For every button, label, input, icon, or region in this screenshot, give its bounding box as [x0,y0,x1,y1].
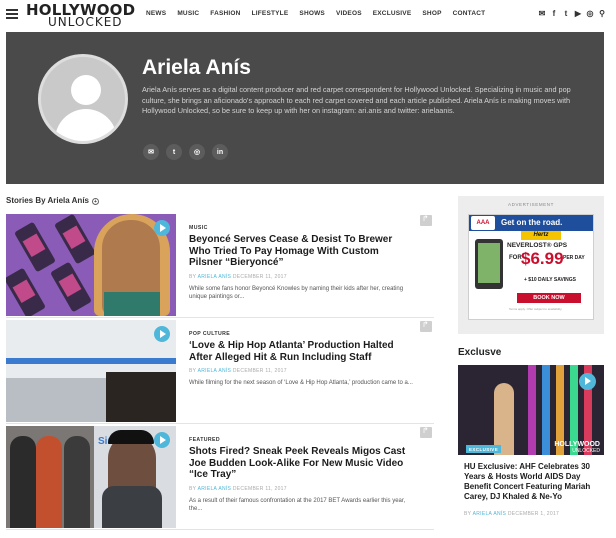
avatar-body [55,109,117,141]
author-hero: Ariela Anís Ariela Anís serves as a digi… [6,32,604,184]
story-headline[interactable]: ‘Love & Hip Hop Atlanta’ Production Halt… [189,340,413,363]
story-date: DECEMBER 11, 2017 [232,485,287,492]
header-social: ✉ f t ▶ ◎ ⚲ [538,10,606,18]
story-author-link[interactable]: ARIELA ANÍS [198,274,232,280]
story-date: DECEMBER 11, 2017 [232,273,287,280]
site-logo[interactable]: HOLLYWOOD UNLOCKED [26,3,136,29]
story-card[interactable]: Siri FEATURED Shots Fired? Sneak Peek Re… [6,426,434,530]
story-thumbnail[interactable] [6,320,176,422]
story-excerpt: As a result of their famous confrontatio… [189,497,406,513]
story-meta: BY ARIELA ANÍS DECEMBER 11, 2017 [189,485,287,492]
nav-lifestyle[interactable]: LIFESTYLE [252,10,289,17]
nav-shop[interactable]: SHOP [422,10,441,17]
gps-device-image [475,239,503,289]
story-category[interactable]: POP CULTURE [189,331,413,337]
author-name: Ariela Anís [142,56,251,79]
linkedin-icon[interactable]: in [212,144,228,160]
story-card[interactable]: MUSIC Beyoncé Serves Cease & Desist To B… [6,214,434,318]
nav-shows[interactable]: SHOWS [299,10,325,17]
advertisement-box: ADVERTISEMENT AAA Get on the road. Hertz… [458,196,604,334]
ad-label: ADVERTISEMENT [508,202,554,207]
play-icon[interactable] [579,373,596,390]
share-icon[interactable] [420,320,432,332]
nav-music[interactable]: MUSIC [177,10,199,17]
story-date: DECEMBER 11, 2017 [232,368,287,374]
exclusive-headline[interactable]: HU Exclusive: AHF Celebrates 30 Years & … [464,462,600,502]
stories-title: Stories By Ariela Anís + [6,196,99,205]
ad-per-day: PER DAY [563,255,585,261]
menu-icon[interactable] [6,9,18,19]
story-thumbnail[interactable]: Siri [6,426,176,528]
avatar-head [71,75,101,105]
play-icon[interactable] [154,220,170,236]
ad-headline: Get on the road. [501,218,563,227]
story-meta: BY ARIELA ANÍS DECEMBER 11, 2017 [189,273,287,280]
exclusive-date: DECEMBER 1, 2017 [507,511,560,517]
nav-fashion[interactable]: FASHION [210,10,240,17]
ad-savings: + $10 DAILY SAVINGS [523,277,576,283]
story-category[interactable]: MUSIC [189,225,413,231]
story-author-link[interactable]: ARIELA ANÍS [198,368,232,374]
twitter-icon[interactable]: t [166,144,182,160]
youtube-icon[interactable]: ▶ [574,10,582,18]
story-thumbnail[interactable] [6,214,176,316]
stories-title-text: Stories By Ariela Anís [6,196,89,205]
nav-news[interactable]: NEWS [146,10,166,17]
ad-fine-print: Terms apply. Offer subject to availabili… [509,307,563,311]
facebook-icon[interactable]: f [550,10,558,18]
story-headline[interactable]: Beyoncé Serves Cease & Desist To Brewer … [189,234,413,269]
play-icon[interactable] [154,326,170,342]
info-icon[interactable]: + [92,198,99,205]
twitter-icon[interactable]: t [562,10,570,18]
watermark: HOLLYWOOD UNLOCKED [554,441,600,454]
exclusive-author-link[interactable]: ARIELA ANÍS [473,511,507,517]
nav-videos[interactable]: VIDEOS [336,10,362,17]
story-category[interactable]: FEATURED [189,437,413,443]
exclusive-thumbnail[interactable]: EXCLUSIVE HOLLYWOOD UNLOCKED [458,365,604,455]
instagram-icon[interactable]: ◎ [189,144,205,160]
story-headline[interactable]: Shots Fired? Sneak Peek Reveals Migos Ca… [189,446,413,481]
nav-exclusive[interactable]: EXCLUSIVE [373,10,412,17]
hertz-ad[interactable]: AAA Get on the road. Hertz NEVERLOST® GP… [468,214,594,320]
email-icon[interactable]: ✉ [143,144,159,160]
search-icon[interactable]: ⚲ [598,10,606,18]
ad-product: NEVERLOST® GPS [507,242,568,249]
email-icon[interactable]: ✉ [538,10,546,18]
hertz-logo: Hertz [521,231,561,240]
ad-price: $6.99 [521,249,564,268]
instagram-icon[interactable]: ◎ [586,10,594,18]
story-excerpt: While filming for the next season of ‘Lo… [189,380,413,386]
ad-for: FOR [509,255,522,261]
story-author-link[interactable]: ARIELA ANÍS [198,486,232,492]
story-card[interactable]: POP CULTURE ‘Love & Hip Hop Atlanta’ Pro… [6,320,434,424]
share-icon[interactable] [420,214,432,226]
story-meta: BY ARIELA ANÍS DECEMBER 11, 2017 [189,368,287,374]
exclusive-meta: BY ARIELA ANÍS DECEMBER 1, 2017 [464,511,560,517]
exclusive-badge: EXCLUSIVE [466,445,502,453]
aaa-logo: AAA [471,216,495,230]
share-icon[interactable] [420,426,432,438]
play-icon[interactable] [154,432,170,448]
main-nav: NEWS MUSIC FASHION LIFESTYLE SHOWS VIDEO… [146,10,485,17]
author-bio: Ariela Anís serves as a digital content … [142,85,571,115]
story-excerpt: While some fans honor Beyoncé Knowles by… [189,285,404,301]
exclusive-section-title: Exclusve [458,347,502,358]
site-header: HOLLYWOOD UNLOCKED NEWS MUSIC FASHION LI… [0,0,616,30]
author-social: ✉ t ◎ in [143,144,228,160]
avatar [38,54,128,144]
book-now-button[interactable]: BOOK NOW [517,293,581,303]
nav-contact[interactable]: CONTACT [453,10,486,17]
